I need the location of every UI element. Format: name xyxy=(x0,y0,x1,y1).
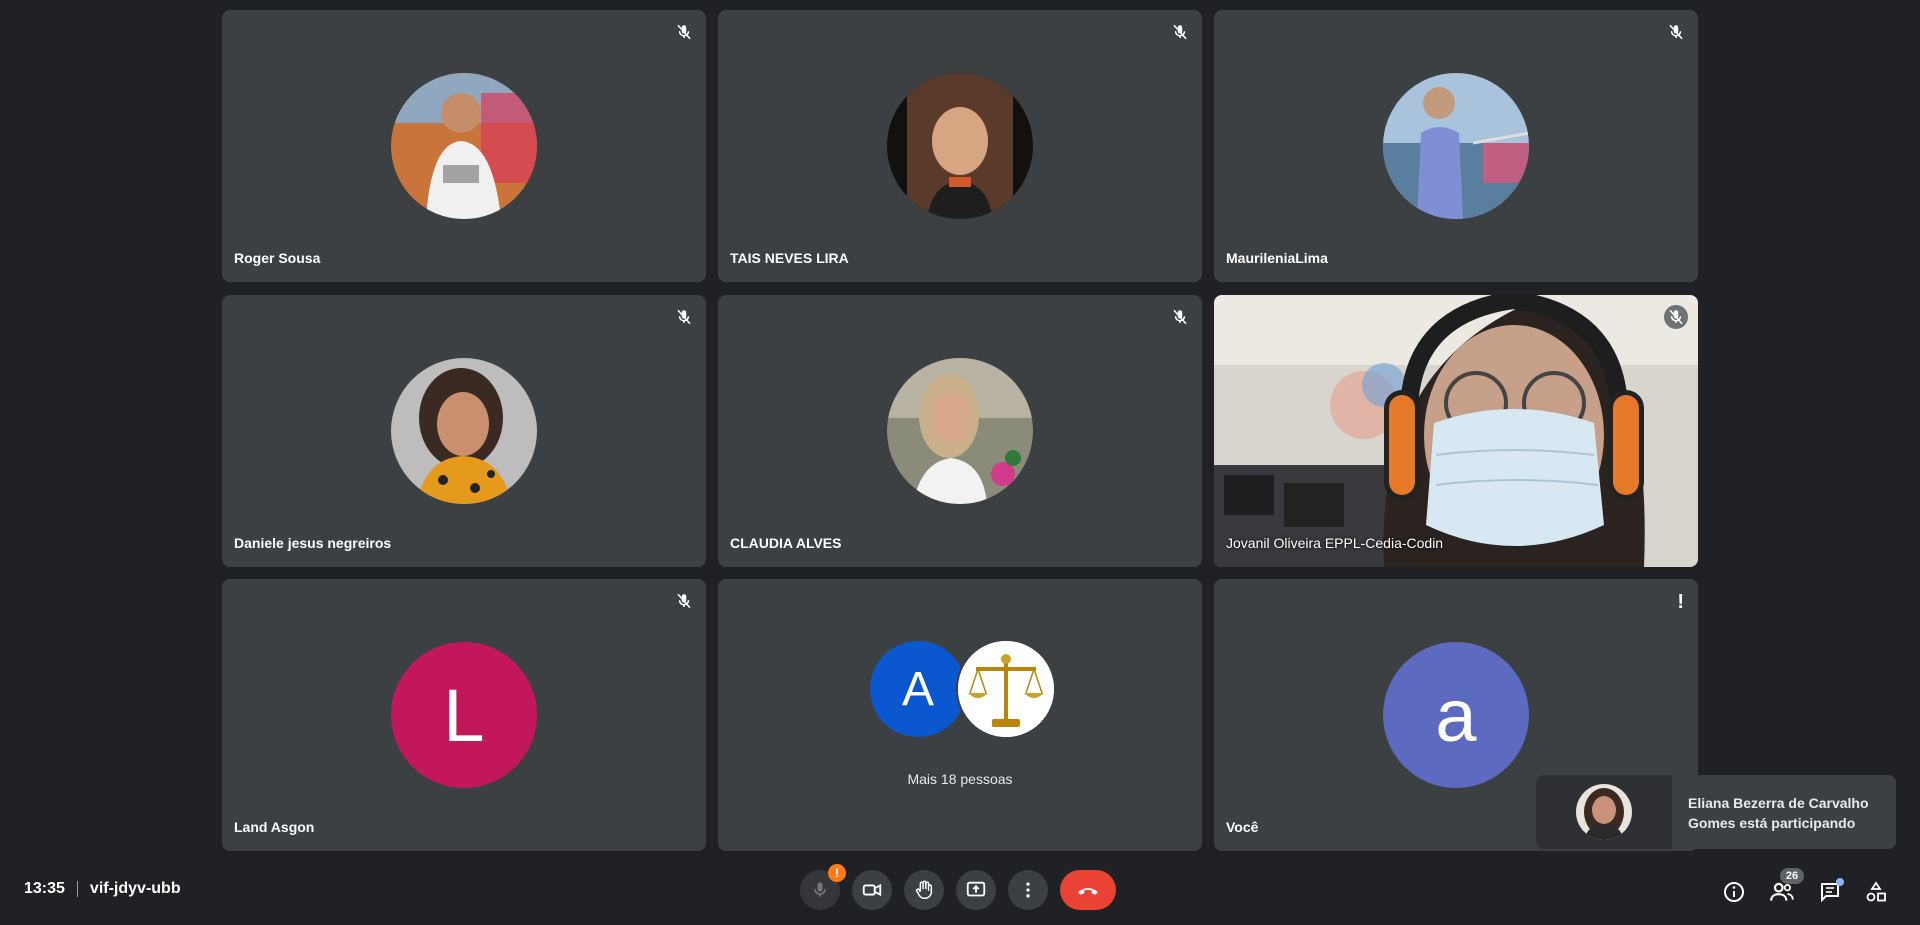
mic-off-icon xyxy=(1664,305,1688,329)
avatar-initial: a xyxy=(1435,673,1477,757)
meeting-time: 13:35 xyxy=(24,880,65,897)
participant-name: CLAUDIA ALVES xyxy=(730,535,842,551)
participant-name: Daniele jesus negreiros xyxy=(234,535,392,551)
camera-button[interactable] xyxy=(852,870,892,910)
participant-avatar xyxy=(887,358,1033,504)
participant-name: Você xyxy=(1226,819,1259,835)
mic-off-icon xyxy=(672,305,696,329)
more-options-button[interactable] xyxy=(1008,870,1048,910)
divider xyxy=(76,881,78,897)
meeting-info-button[interactable] xyxy=(1716,874,1752,910)
mic-off-icon xyxy=(1168,305,1192,329)
participant-avatar xyxy=(887,73,1033,219)
notification-text: Eliana Bezerra de Carvalho Gomes está pa… xyxy=(1688,795,1869,831)
meeting-code: vif-jdyv-ubb xyxy=(89,880,181,897)
participant-initial-avatar: L xyxy=(391,642,537,788)
more-participants-tile[interactable]: A Mais 18 pessoas xyxy=(718,579,1202,851)
mic-off-icon xyxy=(1664,20,1688,44)
avatar-initial: L xyxy=(443,673,485,757)
participant-avatar xyxy=(391,73,537,219)
alert-icon[interactable]: ! xyxy=(1677,591,1684,614)
mic-alert-badge: ! xyxy=(828,864,846,882)
mic-off-icon xyxy=(672,589,696,613)
participant-count-badge: 26 xyxy=(1780,868,1804,884)
present-button[interactable] xyxy=(956,870,996,910)
self-initial-avatar: a xyxy=(1383,642,1529,788)
avatar-initial: A xyxy=(901,662,934,716)
participant-video xyxy=(1214,295,1698,567)
participant-name: MaurileniaLima xyxy=(1226,250,1328,266)
participant-tile[interactable]: L Land Asgon xyxy=(222,579,706,851)
group-avatar-image xyxy=(956,639,1056,739)
leave-call-button[interactable] xyxy=(1060,870,1116,910)
join-notification: Eliana Bezerra de Carvalho Gomes está pa… xyxy=(1536,775,1896,849)
participant-avatar xyxy=(1383,73,1529,219)
participant-tile[interactable]: Daniele jesus negreiros xyxy=(222,295,706,567)
mic-icon xyxy=(814,882,826,897)
bottom-toolbar: 13:35 vif-jdyv-ubb ! 26 xyxy=(0,860,1920,925)
participant-name: TAIS NEVES LIRA xyxy=(730,250,849,266)
hand-icon xyxy=(915,880,933,899)
notification-thumbnail xyxy=(1536,775,1672,849)
present-icon xyxy=(966,881,986,897)
people-button[interactable]: 26 xyxy=(1764,868,1804,910)
more-options-icon xyxy=(1026,882,1030,898)
scales-icon xyxy=(958,641,1054,737)
participant-name: Roger Sousa xyxy=(234,250,321,266)
participant-tile[interactable]: Roger Sousa xyxy=(222,10,706,282)
participant-name: Jovanil Oliveira EPPL-Cedia-Codin xyxy=(1226,535,1444,551)
participant-video-tile[interactable]: Jovanil Oliveira EPPL-Cedia-Codin xyxy=(1214,295,1698,567)
meeting-details: 13:35 vif-jdyv-ubb xyxy=(24,880,181,898)
mic-button[interactable]: ! xyxy=(800,864,846,910)
group-avatar-initial: A xyxy=(868,639,968,739)
participant-tile[interactable]: CLAUDIA ALVES xyxy=(718,295,1202,567)
more-people-label: Mais 18 pessoas xyxy=(907,771,1013,787)
raise-hand-button[interactable] xyxy=(904,870,944,910)
participant-avatar xyxy=(391,358,537,504)
camera-icon xyxy=(862,883,882,897)
mic-off-icon xyxy=(1168,20,1192,44)
alert-marker: ! xyxy=(1677,591,1684,613)
info-icon xyxy=(1724,882,1744,902)
joined-user-avatar xyxy=(1576,784,1632,840)
participant-tile[interactable]: TAIS NEVES LIRA xyxy=(718,10,1202,282)
participant-name: Land Asgon xyxy=(234,819,315,835)
end-call-icon xyxy=(1078,888,1098,895)
activities-button[interactable] xyxy=(1858,874,1894,910)
activities-icon xyxy=(1866,881,1886,902)
mic-off-icon xyxy=(672,20,696,44)
participant-tile[interactable]: MaurileniaLima xyxy=(1214,10,1698,282)
chat-notification-dot xyxy=(1836,878,1844,886)
chat-button[interactable] xyxy=(1812,874,1848,910)
